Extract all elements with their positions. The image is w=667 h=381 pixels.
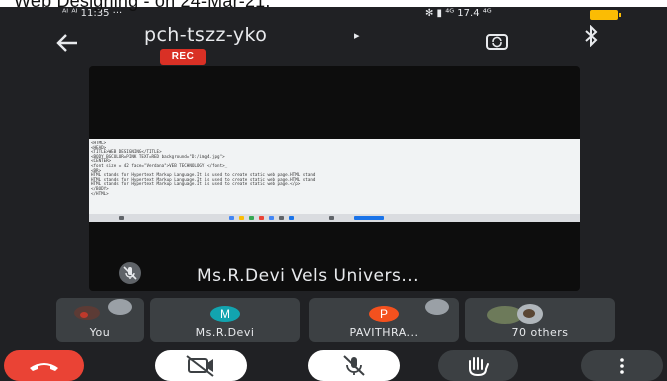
mic-off-icon — [123, 266, 137, 280]
participant-tile-ms-r-devi[interactable]: M Ms.R.Devi — [150, 298, 300, 342]
meet-screen: ᴬᴵ ᴬᴵ 11:35 ··· ✻ ▮ ⁴ᴳ 17.4 ⁴ᴳ pch-tszz-… — [0, 7, 667, 381]
avatar: M — [210, 306, 240, 322]
end-call-button[interactable] — [4, 350, 84, 381]
switch-camera-button[interactable] — [484, 29, 510, 55]
participant-label: Ms.R.Devi — [195, 326, 255, 339]
mic-off-icon — [108, 299, 132, 315]
more-options-button[interactable] — [581, 350, 663, 381]
main-presentation-tile[interactable]: <HTML> <HEAD> <TITLE>WEB DESIGNING</TITLE>… — [89, 66, 580, 291]
mic-toggle-button[interactable] — [308, 350, 400, 381]
shared-screen: <HTML> <HEAD> <TITLE>WEB DESIGNING</TITLE>… — [89, 139, 580, 222]
avatar-detail — [523, 309, 535, 318]
code-editor: <HTML> <HEAD> <TITLE>WEB DESIGNING</TITLE>… — [91, 141, 578, 209]
switch-camera-icon — [486, 34, 508, 50]
participant-label: PAVITHRA... — [349, 326, 419, 339]
mic-off-icon — [425, 299, 449, 315]
phone-hangup-icon — [30, 363, 58, 371]
camera-off-icon — [186, 355, 214, 377]
recording-badge: REC — [160, 49, 206, 65]
chevron-right-icon[interactable]: ▸ — [354, 29, 360, 42]
code-line: </HTML> — [91, 190, 109, 196]
participant-label: You — [89, 326, 111, 339]
mic-off-icon — [343, 355, 365, 376]
caption: Web Designing - on 24-Mar-21. — [14, 0, 271, 11]
avatar: P — [369, 306, 399, 322]
camera-toggle-button[interactable] — [155, 350, 247, 381]
participant-label: 70 others — [511, 326, 569, 339]
bluetooth-audio-button[interactable] — [583, 24, 599, 53]
participant-tile-others[interactable]: 70 others — [465, 298, 615, 342]
more-vertical-icon — [620, 358, 624, 374]
participant-tile-pavithra[interactable]: P PAVITHRA... — [309, 298, 459, 342]
tile-footer: Ms.R.Devi Vels Univers... — [89, 261, 580, 291]
participant-tile-you[interactable]: You — [56, 298, 144, 342]
avatar-detail — [80, 312, 88, 318]
battery-icon — [590, 10, 621, 20]
status-indicators: ✻ ▮ ⁴ᴳ 17.4 ⁴ᴳ — [425, 8, 492, 19]
meeting-code[interactable]: pch-tszz-yko — [144, 24, 267, 46]
arrow-left-icon — [56, 34, 77, 52]
mic-off-indicator — [119, 262, 141, 284]
taskbar — [89, 214, 580, 222]
raise-hand-button[interactable] — [438, 350, 518, 381]
presenter-name: Ms.R.Devi Vels Univers... — [197, 266, 420, 286]
back-button[interactable] — [50, 29, 84, 59]
hand-icon — [469, 357, 489, 377]
bluetooth-icon — [585, 24, 598, 48]
